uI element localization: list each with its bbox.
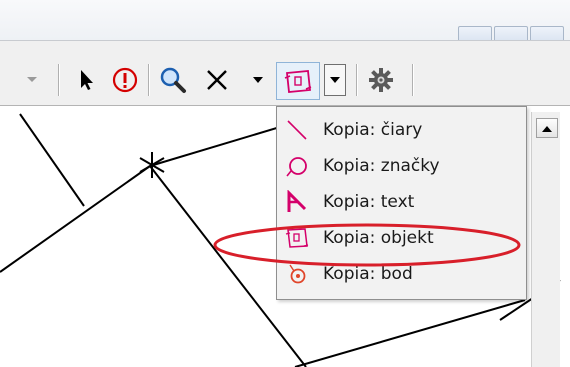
select-tool-button[interactable]: [72, 64, 102, 96]
toolbar-separator: [412, 64, 414, 96]
copy-dropdown-menu: Kopia: čiary Kopia: značky Kopia: text K…: [276, 106, 527, 300]
text-icon: [287, 190, 307, 212]
copy-object-icon: [284, 70, 312, 93]
select-arrow-icon: [81, 70, 93, 90]
toolbar-band: [0, 40, 570, 55]
combo-dropdown-arrow[interactable]: [22, 68, 42, 92]
menu-item-copy-symbols[interactable]: Kopia: značky: [277, 149, 526, 185]
chevron-down-icon: [330, 76, 340, 83]
copy-tool-button[interactable]: [276, 62, 320, 100]
delete-dropdown-arrow[interactable]: [250, 72, 266, 88]
toolbar-separator: [356, 64, 358, 96]
menu-item-copy-text[interactable]: Kopia: text: [277, 185, 526, 221]
chevron-up-icon: [542, 125, 552, 132]
chevron-down-icon: [253, 76, 263, 83]
highlight-oval: [213, 223, 521, 267]
menu-item-copy-lines[interactable]: Kopia: čiary: [277, 113, 526, 149]
toolbar-separator: [148, 64, 150, 96]
gear-icon: [369, 68, 393, 92]
scroll-up-button[interactable]: [536, 118, 558, 138]
delete-cross-icon: [207, 70, 227, 90]
settings-tool-button[interactable]: [364, 64, 398, 96]
main-toolbar: [0, 54, 570, 106]
menu-item-label: Kopia: značky: [323, 156, 440, 176]
chevron-down-icon: [27, 77, 37, 82]
symbol-icon: [286, 157, 307, 177]
line-icon: [287, 120, 307, 140]
toolbar-separator: [58, 64, 60, 96]
zoom-tool-button[interactable]: [156, 64, 190, 96]
copy-dropdown-arrow[interactable]: [324, 64, 346, 96]
menu-item-label: Kopia: čiary: [323, 120, 423, 140]
vertical-scrollbar[interactable]: [531, 112, 560, 367]
info-tool-button[interactable]: [108, 64, 142, 96]
window-titlebar: [0, 0, 570, 46]
info-icon: [112, 67, 138, 93]
menu-item-label: Kopia: text: [323, 192, 415, 212]
magnifier-icon: [160, 67, 186, 93]
delete-tool-button[interactable]: [200, 64, 234, 96]
